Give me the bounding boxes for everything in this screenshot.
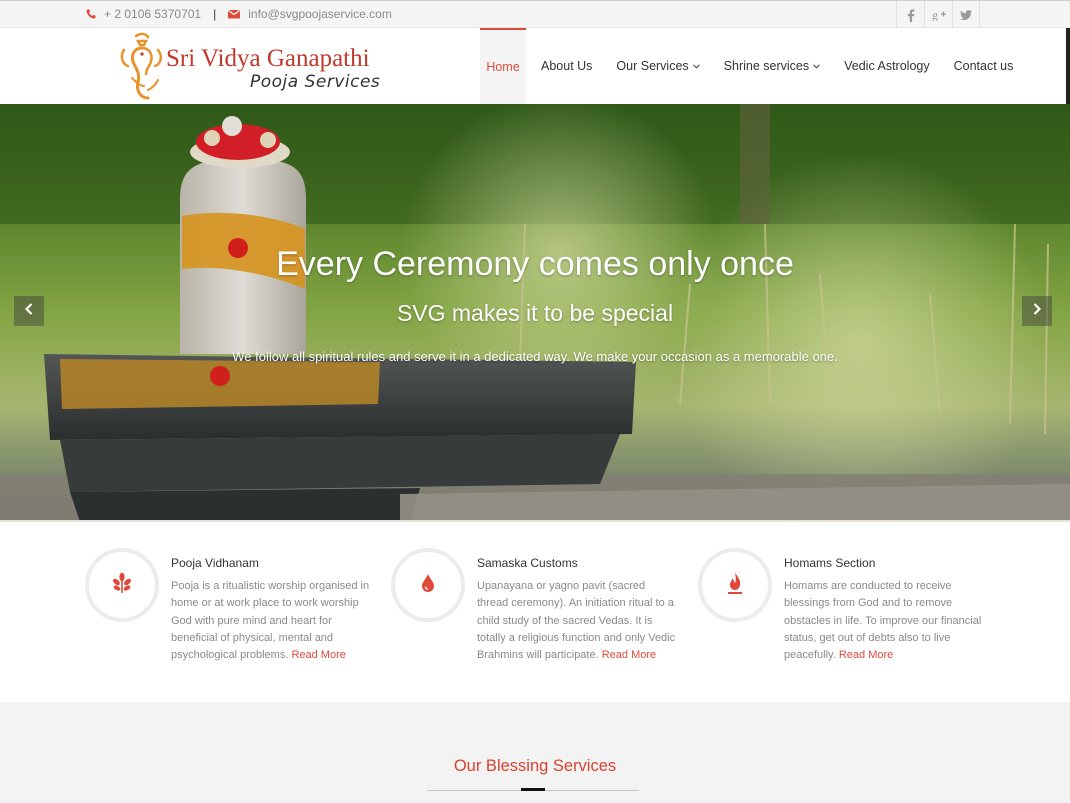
hero-slider: Every Ceremony comes only once SVG makes… [0, 104, 1070, 522]
chevron-left-icon [24, 302, 33, 320]
slider-next-button[interactable] [1022, 296, 1052, 326]
feature-description: Pooja is a ritualistic worship organised… [171, 578, 371, 664]
nav-home[interactable]: Home [480, 28, 526, 104]
ganesha-logo-icon [120, 32, 163, 100]
twitter-icon[interactable] [952, 1, 980, 29]
feature-title: Homams Section [784, 556, 876, 570]
feature-description: Homams are conducted to receive blessing… [784, 578, 984, 664]
nav-shrine-services[interactable]: Shrine services [716, 28, 828, 104]
logo-subtitle: Pooja Services [250, 72, 381, 92]
main-navigation: Home About Us Our Services Shrine servic… [480, 28, 1021, 104]
top-bar: + 2 0106 5370701 | info@svgpoojaservice.… [0, 0, 1070, 29]
feature-icon-circle [698, 548, 772, 622]
features-section: Pooja Vidhanam Pooja is a ritualistic wo… [0, 522, 1070, 702]
nav-our-services[interactable]: Our Services [608, 28, 707, 104]
blessing-services-section: Our Blessing Services [0, 702, 1070, 803]
nav-about-us[interactable]: About Us [533, 28, 600, 104]
nav-label: Shrine services [723, 59, 810, 73]
feature-description: Upanayana or yagno pavit (sacred thread … [477, 578, 677, 664]
nav-label: About Us [541, 59, 593, 73]
nav-label: Contact us [953, 59, 1014, 73]
nav-label: Our Services [616, 59, 689, 73]
title-underline-accent [521, 788, 545, 791]
phone-number[interactable]: + 2 0106 5370701 [104, 7, 201, 21]
facebook-icon[interactable] [896, 1, 924, 29]
email-address[interactable]: info@svgpoojaservice.com [248, 7, 392, 21]
slider-prev-button[interactable] [14, 296, 44, 326]
read-more-link[interactable]: Read More [839, 649, 893, 661]
feature-icon-circle [391, 548, 465, 622]
envelope-icon [228, 9, 241, 19]
chevron-down-icon [813, 61, 821, 71]
site-header: Sri Vidya Ganapathi Pooja Services Home … [0, 28, 1070, 104]
hero-heading: Every Ceremony comes only once [276, 245, 794, 283]
nav-label: Vedic Astrology [844, 59, 930, 73]
chevron-right-icon [1033, 302, 1042, 320]
feature-title: Pooja Vidhanam [171, 556, 259, 570]
flame-icon [725, 571, 745, 600]
chevron-down-icon [692, 61, 700, 71]
drop-icon [420, 573, 436, 598]
svg-text:g: g [932, 9, 938, 21]
site-logo[interactable]: Sri Vidya Ganapathi Pooja Services [118, 32, 388, 102]
logo-title: Sri Vidya Ganapathi [166, 45, 370, 72]
feature-icon-circle [85, 548, 159, 622]
read-more-link[interactable]: Read More [291, 649, 345, 661]
phone-icon [86, 9, 96, 19]
google-plus-icon[interactable]: g [924, 1, 952, 29]
hero-text: We follow all spiritual rules and serve … [232, 349, 838, 364]
feature-title: Samaska Customs [477, 556, 578, 570]
read-more-link[interactable]: Read More [602, 649, 656, 661]
nav-vedic-astrology[interactable]: Vedic Astrology [836, 28, 937, 104]
flower-icon [111, 572, 133, 599]
contact-separator: | [213, 7, 217, 21]
nav-contact-us[interactable]: Contact us [946, 28, 1022, 104]
section-title: Our Blessing Services [453, 757, 617, 775]
nav-label: Home [486, 60, 520, 74]
social-links: g [896, 1, 980, 29]
header-edge [1066, 28, 1070, 104]
hero-subheading: SVG makes it to be special [396, 300, 674, 326]
contact-info: + 2 0106 5370701 | info@svgpoojaservice.… [86, 7, 392, 21]
